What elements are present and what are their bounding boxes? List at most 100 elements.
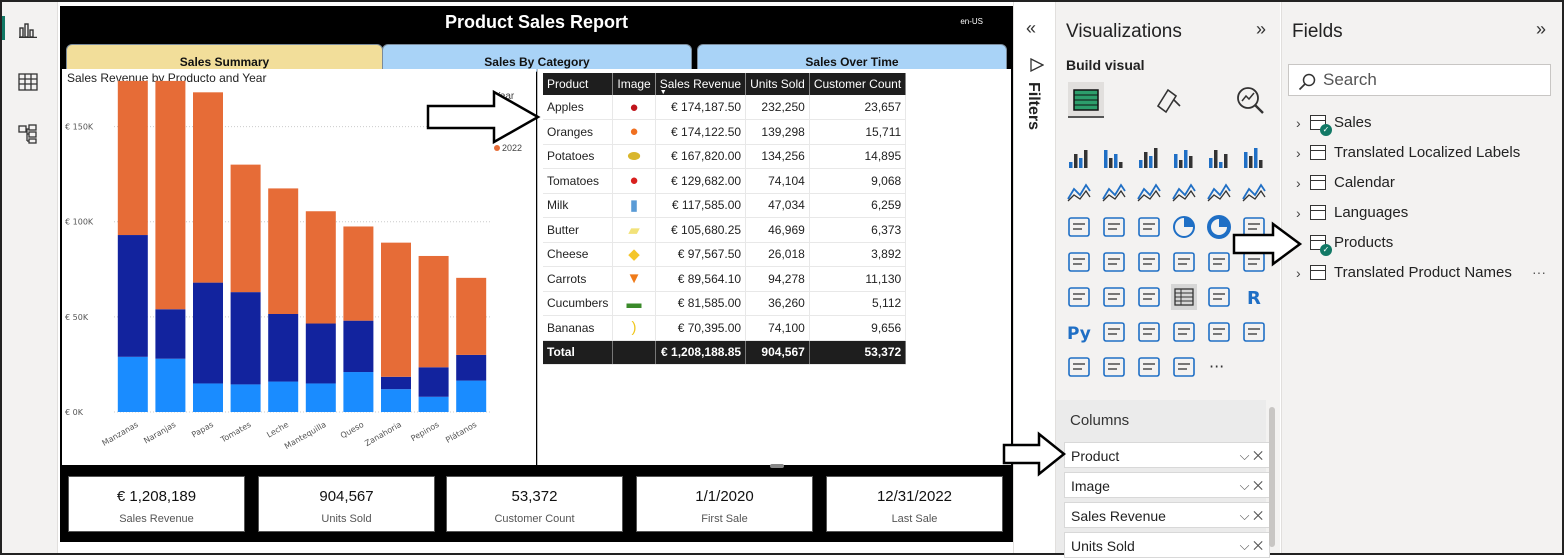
python-visual-icon[interactable]: Py [1066, 319, 1092, 345]
well-remove-icon[interactable]: ⌵ ✕ [1240, 533, 1263, 559]
bar-segment[interactable] [305, 383, 336, 412]
table-view-icon[interactable] [14, 68, 42, 96]
table-row[interactable]: Oranges ● € 174,122.50 139,298 15,711 [543, 119, 907, 145]
paginated-report-icon[interactable] [1206, 319, 1232, 345]
bar-segment[interactable] [268, 188, 299, 315]
table-row[interactable]: Carrots ▼ € 89,564.10 94,278 11,130 [543, 266, 907, 292]
kpi-card[interactable]: 53,372 Customer Count [446, 476, 623, 532]
automate-flow-icon[interactable] [1171, 354, 1197, 380]
field-table-item[interactable]: › Calendar [1296, 170, 1395, 196]
bar-segment[interactable] [268, 314, 299, 382]
col-header-image[interactable]: Image [612, 73, 656, 95]
stacked-column-icon[interactable] [1101, 144, 1127, 170]
col-header-customer-count[interactable]: Customer Count [809, 73, 907, 95]
slicer-icon[interactable] [1136, 284, 1162, 310]
bar-segment[interactable] [230, 292, 261, 385]
bar-segment[interactable] [456, 354, 487, 381]
bar-segment[interactable] [117, 356, 148, 412]
gauge-icon[interactable] [1206, 249, 1232, 275]
bar-segment[interactable] [230, 384, 261, 412]
matrix-icon[interactable] [1206, 284, 1232, 310]
table-row[interactable]: Cheese ◆ € 97,567.50 26,018 3,892 [543, 242, 907, 267]
field-table-item[interactable]: › Translated Product Names [1296, 260, 1512, 286]
bar-segment[interactable] [230, 164, 261, 293]
field-table-item[interactable]: › Translated Localized Labels [1296, 140, 1520, 166]
clustered-column-icon[interactable] [1171, 144, 1197, 170]
area-chart-icon[interactable] [1101, 179, 1127, 205]
azure-map-icon[interactable] [1171, 249, 1197, 275]
bar-segment[interactable] [381, 389, 411, 412]
power-automate-icon[interactable] [1136, 354, 1162, 380]
more-options-icon[interactable]: ··· [1532, 264, 1546, 280]
table-row[interactable]: Bananas) € 70,395.00 74,100 9,656 [543, 315, 907, 341]
field-table-item[interactable]: ›✓Products [1296, 230, 1393, 256]
bar-segment[interactable] [193, 282, 223, 384]
qa-icon[interactable] [1171, 319, 1197, 345]
chevron-right-icon[interactable]: › [1296, 170, 1301, 196]
bar-segment[interactable] [418, 255, 449, 368]
expand-fields-icon[interactable]: » [1536, 19, 1546, 40]
report-view-icon[interactable] [14, 16, 42, 44]
bar-segment[interactable] [381, 242, 411, 377]
field-well[interactable]: Units Sold ⌵ ✕ [1064, 532, 1270, 558]
table-visual-icon[interactable] [1171, 284, 1197, 310]
tab-sales-summary[interactable]: Sales Summary [66, 44, 383, 72]
chevron-right-icon[interactable]: › [1296, 110, 1301, 136]
power-apps-icon[interactable] [1101, 354, 1127, 380]
table-row[interactable]: Milk ▮ € 117,585.00 47,034 6,259 [543, 193, 907, 218]
bar-segment[interactable] [456, 380, 487, 412]
model-view-icon[interactable] [14, 120, 42, 148]
col-header-product[interactable]: Product [543, 73, 614, 95]
field-well[interactable]: Product ⌵ ✕ [1064, 442, 1270, 468]
table-row[interactable]: Apples ● € 174,187.50 232,250 23,657 [543, 95, 907, 120]
donut-chart-icon[interactable] [1206, 214, 1232, 240]
shape-map-icon[interactable] [1136, 249, 1162, 275]
analytics-icon[interactable] [1234, 84, 1266, 121]
well-remove-icon[interactable]: ⌵ ✕ [1240, 503, 1263, 529]
well-remove-icon[interactable]: ⌵ ✕ [1240, 473, 1263, 499]
tab-sales-by-category[interactable]: Sales By Category [382, 44, 692, 72]
tab-sales-over-time[interactable]: Sales Over Time [697, 44, 1007, 72]
table-row[interactable]: Butter ▰ € 105,680.25 46,969 6,373 [543, 217, 907, 243]
scrollbar[interactable] [1269, 407, 1275, 547]
multi-row-card-icon[interactable] [1066, 284, 1092, 310]
metrics-icon[interactable] [1241, 319, 1267, 345]
funnel-icon[interactable] [1101, 214, 1127, 240]
bar-segment[interactable] [268, 381, 299, 412]
table-panel[interactable]: Product Image Sales Revenue ▼ Units Sold … [537, 69, 1011, 468]
field-table-item[interactable]: › Languages [1296, 200, 1408, 226]
bar-segment[interactable] [155, 80, 186, 310]
bar-segment[interactable] [381, 376, 411, 390]
filled-map-icon[interactable] [1101, 249, 1127, 275]
stacked-bar-icon[interactable] [1066, 144, 1092, 170]
decomposition-tree-icon[interactable] [1136, 319, 1162, 345]
line-chart-icon[interactable] [1066, 179, 1092, 205]
kpi-icon[interactable] [1101, 284, 1127, 310]
bar-segment[interactable] [305, 211, 336, 324]
key-influencers-icon[interactable] [1101, 319, 1127, 345]
bar-segment[interactable] [155, 358, 186, 412]
scatter-icon[interactable] [1136, 214, 1162, 240]
search-input[interactable]: Search [1288, 64, 1551, 96]
collapse-left-icon[interactable]: « [1026, 18, 1036, 39]
bar-segment[interactable] [343, 320, 374, 373]
table-row[interactable]: Cucumbers ▬ € 81,585.00 36,260 5,112 [543, 291, 907, 316]
kpi-card[interactable]: 1/1/2020 First Sale [636, 476, 813, 532]
bar-segment[interactable] [305, 323, 336, 384]
kpi-card[interactable]: 12/31/2022 Last Sale [826, 476, 1003, 532]
100-column-icon[interactable] [1241, 144, 1267, 170]
bar-segment[interactable] [193, 92, 223, 283]
bar-segment[interactable] [343, 226, 374, 321]
resize-handle[interactable] [770, 464, 784, 468]
field-well[interactable]: Sales Revenue ⌵ ✕ [1064, 502, 1270, 528]
format-visual-icon[interactable] [1154, 86, 1184, 119]
more-visuals-icon[interactable]: ··· [1206, 354, 1232, 380]
well-remove-icon[interactable]: ⌵ ✕ [1240, 443, 1263, 469]
r-visual-icon[interactable]: R [1241, 284, 1267, 310]
col-header-sales-revenue[interactable]: Sales Revenue ▼ [655, 73, 747, 96]
bar-segment[interactable] [343, 372, 374, 412]
field-well[interactable]: Image ⌵ ✕ [1064, 472, 1270, 498]
build-visual-icon[interactable] [1068, 82, 1104, 118]
expand-right-icon[interactable]: » [1256, 19, 1266, 40]
field-table-item[interactable]: › ✓ Sales [1296, 110, 1372, 136]
